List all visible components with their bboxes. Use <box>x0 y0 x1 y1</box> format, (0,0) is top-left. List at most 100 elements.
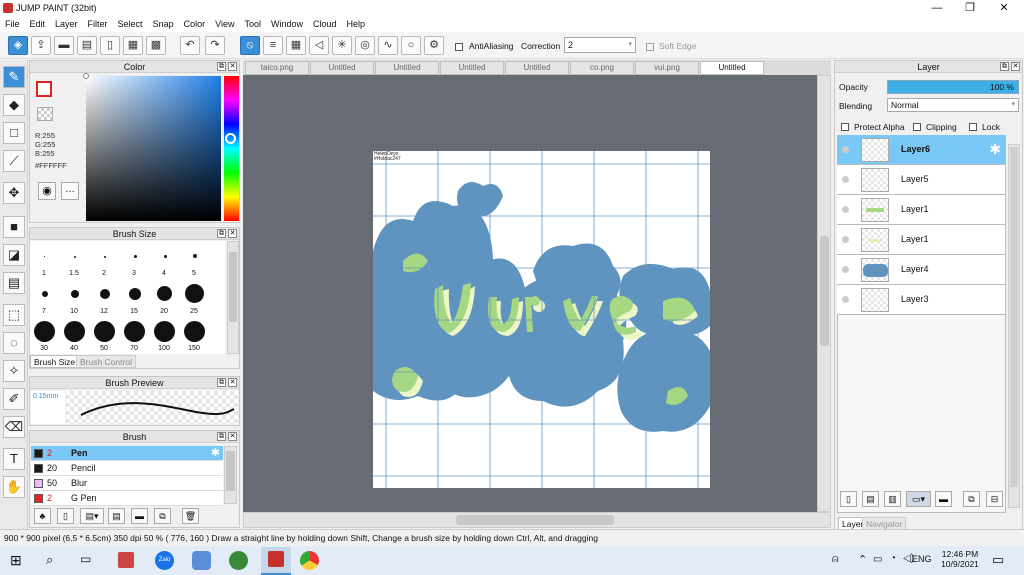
clipping-checkbox[interactable] <box>913 121 921 131</box>
tab-document-active[interactable]: Untitled <box>700 61 764 75</box>
curve-icon[interactable]: ∿ <box>378 36 398 55</box>
chrome-icon[interactable] <box>300 551 319 570</box>
people-icon[interactable]: ⍝ <box>832 553 839 566</box>
minimize-button[interactable]: — <box>920 0 954 17</box>
panel-close-icon[interactable]: ✕ <box>228 229 237 238</box>
layer-row[interactable]: Layer3 <box>837 285 1005 315</box>
hue-slider[interactable] <box>224 76 239 221</box>
jump-paint-taskbar-button[interactable] <box>261 547 291 575</box>
comment-icon[interactable]: ▬ <box>54 36 74 55</box>
brush-item[interactable]: 2 G Pen <box>31 491 223 506</box>
select-eraser-tool-icon[interactable]: ⌫ <box>3 416 25 438</box>
foreground-color-swatch[interactable] <box>36 81 52 97</box>
gradient-tool-icon[interactable]: ▤ <box>3 272 25 294</box>
menu-cloud[interactable]: Cloud <box>308 17 342 32</box>
layer-row[interactable]: Layer5 <box>837 165 1005 195</box>
app-icon-taskbar[interactable] <box>192 551 211 570</box>
size-dot[interactable] <box>185 284 204 303</box>
chevron-up-icon[interactable]: ⌃ <box>858 553 867 566</box>
network-icon[interactable]: ◔ <box>890 553 896 564</box>
undock-icon[interactable]: ⧉ <box>217 62 226 71</box>
size-dot[interactable] <box>42 291 48 297</box>
layer-folder-icon[interactable]: ▬ <box>935 491 952 507</box>
brush-item[interactable]: 20 Pencil <box>31 461 223 476</box>
battery-icon[interactable]: ▭ <box>873 554 882 565</box>
menu-select[interactable]: Select <box>113 17 148 32</box>
notification-icon[interactable]: ▭ <box>992 552 1004 568</box>
brush-delete-icon[interactable]: 🗑 <box>182 508 199 524</box>
size-dot[interactable] <box>100 289 110 299</box>
brush-item[interactable]: 50 Blur <box>31 476 223 491</box>
redo-icon[interactable]: ↷ <box>205 36 225 55</box>
text-frame-icon[interactable]: ▤ <box>77 36 97 55</box>
palette-icon[interactable]: ◉ <box>38 182 56 200</box>
panel-close-icon[interactable]: ✕ <box>228 378 237 387</box>
size-dot[interactable] <box>71 290 79 298</box>
brush-folder-icon[interactable]: ▬ <box>131 508 148 524</box>
size-dot[interactable] <box>124 321 145 342</box>
duplicate-layer-icon[interactable]: ⧉ <box>963 491 980 507</box>
windows-start-icon[interactable]: ⊞ <box>10 553 25 568</box>
lasso-tool-icon[interactable]: ◌ <box>3 332 25 354</box>
scroll-thumb[interactable] <box>820 236 829 346</box>
select-pen-tool-icon[interactable]: ✐ <box>3 388 25 410</box>
saturation-value-picker[interactable] <box>83 73 221 221</box>
menu-tool[interactable]: Tool <box>239 17 266 32</box>
layout-icon[interactable]: ▩ <box>146 36 166 55</box>
bucket-tool-icon[interactable]: ◪ <box>3 244 25 266</box>
zalo-icon[interactable]: Zalo <box>155 551 174 570</box>
layer-list-scrollbar[interactable] <box>1008 144 1020 508</box>
tab-document[interactable]: taico.png <box>245 61 309 75</box>
tab-document[interactable]: Untitled <box>440 61 504 75</box>
size-dot[interactable] <box>104 256 106 258</box>
snap-off-icon[interactable]: ⦸ <box>240 36 260 55</box>
size-dot[interactable] <box>134 255 137 258</box>
size-dot[interactable] <box>44 256 45 257</box>
menu-view[interactable]: View <box>210 17 239 32</box>
layer-row[interactable]: Layer6 ✱ <box>837 135 1005 165</box>
concentric-icon[interactable]: ◎ <box>355 36 375 55</box>
cloud-sync-icon[interactable]: ◈ <box>8 36 28 55</box>
brush-copy-icon[interactable]: ▤▾ <box>80 508 104 524</box>
new-raster-layer-icon[interactable]: ▤ <box>862 491 879 507</box>
lock-checkbox[interactable] <box>969 121 977 131</box>
size-dot[interactable] <box>74 256 76 258</box>
app-icon-taskbar[interactable] <box>229 551 248 570</box>
menu-help[interactable]: Help <box>342 17 371 32</box>
blending-select[interactable]: Normal ▾ <box>887 98 1019 112</box>
brush-duplicate-icon[interactable]: ⧉ <box>154 508 171 524</box>
visibility-toggle-icon[interactable] <box>842 236 849 243</box>
visibility-toggle-icon[interactable] <box>842 206 849 213</box>
undock-icon[interactable]: ⧉ <box>217 378 226 387</box>
panel-close-icon[interactable]: ✕ <box>228 62 237 71</box>
protect-alpha-checkbox[interactable] <box>841 121 849 131</box>
antialias-checkbox[interactable] <box>455 41 463 51</box>
transparent-color-swatch[interactable] <box>37 107 53 121</box>
document-canvas[interactable]: HelenDeys #Holdac247 <box>373 151 710 488</box>
rectangle-tool-icon[interactable]: □ <box>3 122 25 144</box>
perspective-icon[interactable]: ◁ <box>309 36 329 55</box>
undo-icon[interactable]: ↶ <box>180 36 200 55</box>
scroll-thumb[interactable] <box>456 515 614 525</box>
close-button[interactable]: ✕ <box>987 0 1021 17</box>
visibility-toggle-icon[interactable] <box>842 146 849 153</box>
tab-document[interactable]: co.png <box>570 61 634 75</box>
size-dot[interactable] <box>94 321 115 342</box>
layer-settings-icon[interactable]: ✱ <box>989 141 1001 158</box>
visibility-toggle-icon[interactable] <box>842 266 849 273</box>
brush-list-scrollbar[interactable] <box>224 446 237 504</box>
circle-icon[interactable]: ○ <box>401 36 421 55</box>
visibility-toggle-icon[interactable] <box>842 176 849 183</box>
language-indicator[interactable]: ENG <box>912 554 932 564</box>
brush-settings-icon[interactable]: ✱ <box>211 446 220 460</box>
scroll-thumb[interactable] <box>226 451 235 491</box>
undock-icon[interactable]: ⧉ <box>1000 62 1009 71</box>
menu-dots-icon[interactable]: … <box>61 182 79 200</box>
scroll-thumb[interactable] <box>229 252 237 322</box>
tab-brush-size[interactable]: Brush Size <box>30 355 80 368</box>
search-icon[interactable]: ⌕ <box>46 552 53 568</box>
maximize-button[interactable]: ❐ <box>953 0 987 17</box>
brush-tool-icon[interactable]: ✎ <box>3 66 25 88</box>
canvas-vertical-scrollbar[interactable] <box>817 75 831 512</box>
new-text-layer-icon[interactable]: ▥ <box>884 491 901 507</box>
